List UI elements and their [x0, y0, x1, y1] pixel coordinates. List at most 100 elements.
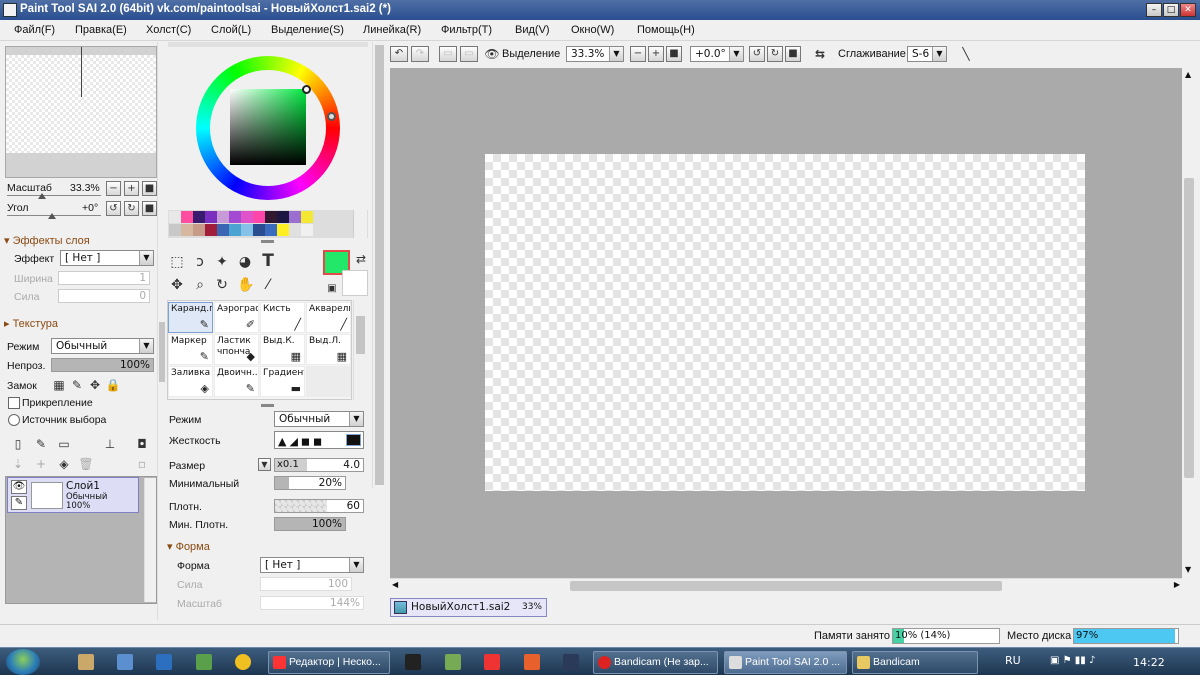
- shape-header[interactable]: ▾ Форма: [167, 540, 210, 553]
- blend-mode-dropdown[interactable]: Обычный ▼: [51, 338, 154, 354]
- canvas-zoom-in-button[interactable]: +: [648, 46, 664, 62]
- warning-app-icon[interactable]: [235, 654, 251, 670]
- angle-slider-thumb[interactable]: [48, 213, 56, 219]
- menu-help[interactable]: Помощь(H): [637, 24, 695, 36]
- rotate-right-button[interactable]: ↻: [124, 201, 139, 216]
- tray-icons[interactable]: ▣ ⚑ ▮▮ ♪: [1050, 655, 1095, 666]
- color-swatch[interactable]: [217, 211, 229, 223]
- color-swatch[interactable]: [181, 224, 193, 236]
- color-swatch[interactable]: [253, 211, 265, 223]
- clock[interactable]: 14:22: [1133, 656, 1165, 669]
- opacity-bar[interactable]: 100%: [51, 358, 154, 372]
- tool-bucket[interactable]: Заливка ◈: [168, 366, 213, 397]
- new-folder-icon[interactable]: ▭: [56, 436, 72, 452]
- layer-row[interactable]: 👁 ✎ Слой1 Обычный 100%: [7, 477, 139, 513]
- hardness-presets-icon[interactable]: ▲◢◼◼: [278, 435, 325, 448]
- color-swatch[interactable]: [205, 224, 217, 236]
- zoom-in-button[interactable]: +: [124, 181, 139, 196]
- color-swatch[interactable]: [289, 224, 301, 236]
- minimize-button[interactable]: –: [1146, 3, 1162, 17]
- canvas-rotate-right-button[interactable]: ↻: [767, 46, 783, 62]
- clear-layer-icon[interactable]: ◈: [56, 456, 72, 472]
- move-icon[interactable]: ✥: [169, 277, 185, 293]
- drawing-canvas[interactable]: [485, 154, 1085, 491]
- strength-bar[interactable]: 0: [58, 289, 150, 303]
- color-swatch[interactable]: [301, 224, 313, 236]
- scroll-down-icon[interactable]: ▼: [1185, 565, 1191, 574]
- zoom-out-button[interactable]: −: [106, 181, 121, 196]
- tool-select-eraser[interactable]: Выд.Л. ▦: [306, 334, 351, 365]
- v-scroll-thumb[interactable]: [1184, 178, 1194, 478]
- layer-effects-header[interactable]: ▾ Эффекты слоя: [4, 234, 90, 247]
- program-icon[interactable]: [196, 654, 212, 670]
- color-swatch[interactable]: [217, 224, 229, 236]
- layer-mask-icon[interactable]: ◘: [134, 436, 150, 452]
- straight-line-icon[interactable]: ╲: [958, 46, 974, 62]
- tab-scroll-buttons[interactable]: [1182, 594, 1196, 620]
- new-vector-layer-icon[interactable]: ✎: [33, 436, 49, 452]
- tool-select-pen[interactable]: Выд.К. ▦: [260, 334, 305, 365]
- document-tab[interactable]: НовыйХолст1.sai2 33%: [390, 598, 547, 617]
- merge-layer-icon[interactable]: +: [33, 456, 49, 472]
- taskbar-bandicam-recording[interactable]: Bandicam (Не зар...: [593, 651, 718, 674]
- selection-source-radio[interactable]: [8, 414, 20, 426]
- steam-icon[interactable]: [563, 654, 579, 670]
- menu-window[interactable]: Окно(W): [571, 24, 614, 36]
- menu-canvas[interactable]: Холст(C): [146, 24, 191, 36]
- lock-paint-icon[interactable]: ✎: [69, 377, 85, 393]
- panel-resize-grip[interactable]: [261, 240, 274, 243]
- canvas-zoom-reset-button[interactable]: ■: [666, 46, 682, 62]
- color-swatch[interactable]: [241, 224, 253, 236]
- color-swatch[interactable]: [265, 211, 277, 223]
- color-swatch[interactable]: [241, 211, 253, 223]
- width-bar[interactable]: 1: [58, 271, 150, 285]
- lock-transparency-icon[interactable]: ▦: [51, 377, 67, 393]
- zoom-slider-thumb[interactable]: [38, 193, 46, 199]
- swap-colors-icon[interactable]: ⇄: [353, 251, 369, 267]
- start-button[interactable]: [6, 649, 40, 675]
- layer-list-scrollbar[interactable]: [144, 478, 156, 602]
- hardness-selector[interactable]: ▲◢◼◼: [274, 431, 364, 449]
- delete-layer-icon[interactable]: 🗑: [78, 456, 94, 472]
- menu-view[interactable]: Вид(V): [515, 24, 550, 36]
- sv-picker-handle[interactable]: [302, 85, 311, 94]
- hand-icon[interactable]: ✋: [237, 277, 254, 293]
- color-mode-tabs[interactable]: [168, 42, 368, 47]
- magic-wand-icon[interactable]: ✦: [214, 254, 230, 270]
- color-swatch[interactable]: [193, 211, 205, 223]
- layer-options-icon[interactable]: ▫: [134, 456, 150, 472]
- effect-dropdown[interactable]: [ Нет ] ▼: [60, 250, 154, 266]
- min-density-bar[interactable]: 100%: [274, 517, 346, 531]
- zoom-slider[interactable]: [7, 195, 101, 196]
- color-swatch[interactable]: [289, 211, 301, 223]
- color-swatch[interactable]: [229, 224, 241, 236]
- rotate-reset-button[interactable]: ■: [142, 201, 157, 216]
- brush-mode-dropdown[interactable]: Обычный ▼: [274, 411, 364, 427]
- texture-header[interactable]: ▸ Текстура: [4, 317, 58, 330]
- taskbar-paint-tool-sai[interactable]: Paint Tool SAI 2.0 ...: [724, 651, 847, 674]
- scroll-up-icon[interactable]: ▲: [1185, 70, 1191, 79]
- color-swatch[interactable]: [229, 211, 241, 223]
- canvas-rotate-left-button[interactable]: ↺: [749, 46, 765, 62]
- tool-brush[interactable]: Кисть ╱: [260, 302, 305, 333]
- hardness-hard-icon[interactable]: [346, 434, 361, 446]
- layer-ruler-icon[interactable]: ⊥: [102, 436, 118, 452]
- color-swatch[interactable]: [277, 224, 289, 236]
- menu-layer[interactable]: Слой(L): [211, 24, 251, 36]
- h-scroll-thumb[interactable]: [570, 581, 1002, 591]
- canvas-zoom-dropdown[interactable]: 33.3% ▼: [566, 46, 624, 62]
- density-bar[interactable]: 60: [274, 499, 364, 513]
- clip-checkbox[interactable]: [8, 397, 20, 409]
- flip-horizontal-icon[interactable]: ⇆: [812, 46, 828, 62]
- eye-icon[interactable]: 👁: [11, 480, 27, 494]
- secondary-color-swatch[interactable]: [342, 270, 368, 296]
- tool-gradient[interactable]: Градиент ▬: [260, 366, 305, 397]
- language-indicator[interactable]: RU: [1005, 654, 1021, 667]
- eyedropper-icon[interactable]: ⁄: [260, 277, 276, 293]
- color-swatch[interactable]: [169, 224, 181, 236]
- shape-icon[interactable]: ◕: [237, 254, 253, 270]
- menu-file[interactable]: Файл(F): [14, 24, 55, 36]
- media-icon[interactable]: [405, 654, 421, 670]
- tool-airbrush[interactable]: Аэрограф ✐: [214, 302, 259, 333]
- scroll-right-icon[interactable]: ▶: [1174, 580, 1180, 589]
